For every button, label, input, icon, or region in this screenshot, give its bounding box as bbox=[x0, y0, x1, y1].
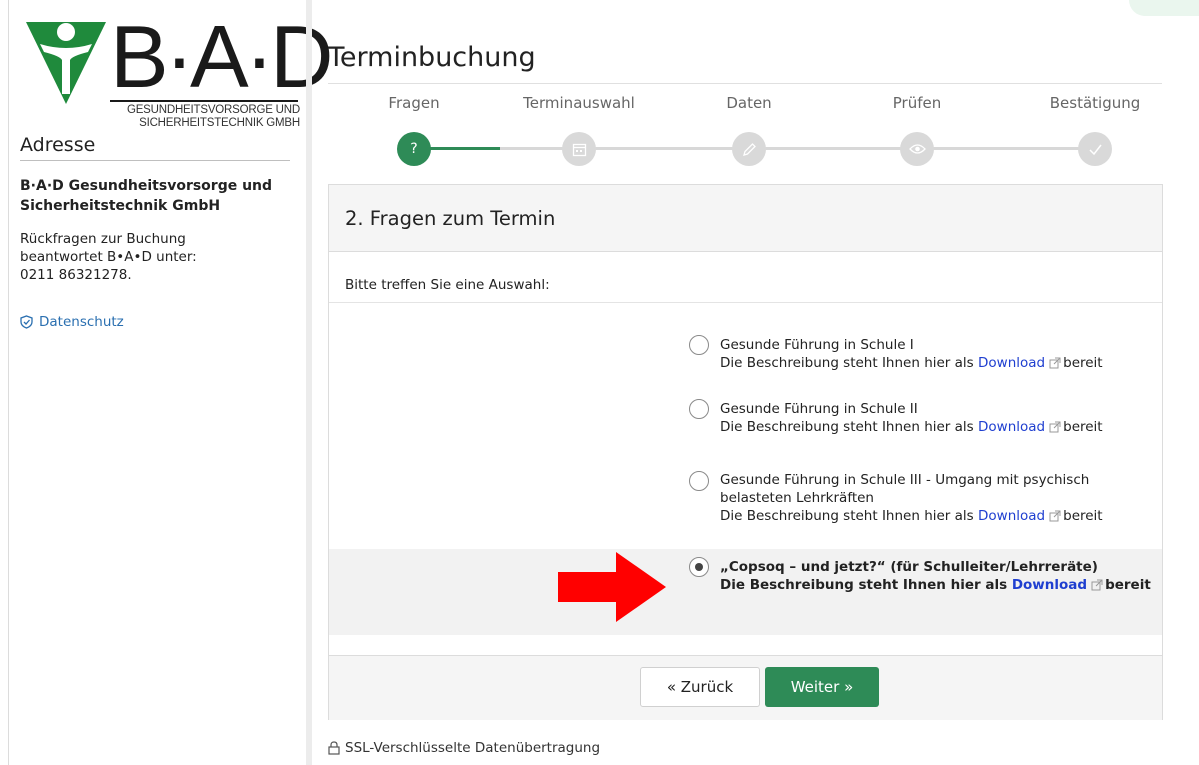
option-desc-suffix: bereit bbox=[1063, 508, 1103, 524]
sidebar-divider bbox=[306, 0, 312, 765]
check-icon bbox=[1088, 144, 1102, 155]
progress-steps: Fragen Terminauswahl Daten Prüfen Bestät… bbox=[328, 92, 1162, 172]
company-name: B·A·D Gesundheitsvorsorge und Sicherheit… bbox=[20, 178, 273, 214]
sidebar: B·A·D GESUNDHEITSVORSORGE UND SICHERHEIT… bbox=[20, 0, 334, 765]
option-description: Die Beschreibung steht Ihnen hier als Do… bbox=[720, 507, 1160, 525]
next-button[interactable]: Weiter » bbox=[765, 667, 879, 707]
option-text: Gesunde Führung in Schule II Die Beschre… bbox=[720, 400, 1160, 436]
option-radio-1[interactable] bbox=[689, 335, 709, 355]
contact-line1: Rückfragen zur Buchung bbox=[20, 231, 186, 247]
option-radio-2[interactable] bbox=[689, 399, 709, 419]
option-description: Die Beschreibung steht Ihnen hier als Do… bbox=[720, 354, 1160, 372]
step-circle-pruefen bbox=[900, 132, 934, 166]
step-circle-terminauswahl bbox=[562, 132, 596, 166]
red-arrow-right-icon bbox=[558, 552, 666, 622]
download-link[interactable]: Download bbox=[978, 355, 1045, 371]
privacy-link[interactable]: Datenschutz bbox=[20, 314, 124, 330]
page-title: Terminbuchung bbox=[328, 42, 536, 73]
option-desc-suffix: bereit bbox=[1063, 355, 1103, 371]
logo-wordmark: B·A·D bbox=[110, 7, 334, 106]
option-title: Gesunde Führung in Schule III - Umgang m… bbox=[720, 472, 1090, 506]
prompt-divider bbox=[329, 302, 1162, 303]
step-label-terminauswahl: Terminauswahl bbox=[523, 94, 635, 112]
option-desc-prefix: Die Beschreibung steht Ihnen hier als bbox=[720, 419, 974, 435]
panel-footer: « Zurück Weiter » bbox=[329, 655, 1162, 720]
option-description: Die Beschreibung steht Ihnen hier als Do… bbox=[720, 418, 1160, 436]
shield-check-icon bbox=[20, 315, 33, 329]
option-item: Gesunde Führung in Schule I Die Beschrei… bbox=[329, 325, 1162, 381]
option-desc-prefix: Die Beschreibung steht Ihnen hier als bbox=[720, 577, 1008, 593]
logo-subtitle: GESUNDHEITSVORSORGE UND SICHERHEITSTECHN… bbox=[110, 104, 300, 130]
calendar-icon bbox=[572, 143, 586, 156]
ssl-notice: SSL-Verschlüsselte Datenübertragung bbox=[328, 740, 600, 756]
option-desc-prefix: Die Beschreibung steht Ihnen hier als bbox=[720, 508, 974, 524]
logo-mark-icon bbox=[26, 22, 106, 104]
step-circle-daten bbox=[732, 132, 766, 166]
contact-phone: 0211 86321278. bbox=[20, 267, 132, 283]
contact-line2: beantwortet B•A•D unter: bbox=[20, 249, 197, 265]
eye-icon bbox=[908, 144, 926, 154]
option-title: Gesunde Führung in Schule II bbox=[720, 401, 918, 417]
logo-subtitle-line2: SICHERHEITSTECHNIK GMBH bbox=[139, 117, 300, 129]
ssl-label: SSL-Verschlüsselte Datenübertragung bbox=[345, 740, 601, 756]
option-desc-suffix: bereit bbox=[1105, 577, 1151, 593]
option-description: Die Beschreibung steht Ihnen hier als Do… bbox=[720, 576, 1160, 594]
contact-info: Rückfragen zur Buchung beantwortet B•A•D… bbox=[20, 230, 292, 284]
option-item-selected: „Copsoq – und jetzt?“ (für Schulleiter/L… bbox=[329, 549, 1162, 635]
page-left-border bbox=[8, 0, 9, 765]
main-content: Terminbuchung Fragen Terminauswahl Daten… bbox=[328, 0, 1163, 765]
privacy-label: Datenschutz bbox=[39, 314, 124, 330]
download-link[interactable]: Download bbox=[1012, 577, 1087, 593]
option-text: Gesunde Führung in Schule III - Umgang m… bbox=[720, 471, 1160, 525]
radio-selected-dot bbox=[695, 563, 703, 571]
external-link-icon bbox=[1049, 421, 1061, 433]
address-divider bbox=[20, 160, 290, 161]
address-heading: Adresse bbox=[20, 134, 96, 156]
step-label-daten: Daten bbox=[726, 94, 772, 112]
step-label-fragen: Fragen bbox=[388, 94, 440, 112]
pencil-icon bbox=[742, 142, 756, 156]
option-title: „Copsoq – und jetzt?“ (für Schulleiter/L… bbox=[720, 559, 1098, 575]
step-label-bestaetigung: Bestätigung bbox=[1049, 94, 1141, 112]
option-radio-3[interactable] bbox=[689, 471, 709, 491]
option-item: Gesunde Führung in Schule II Die Beschre… bbox=[329, 389, 1162, 445]
external-link-icon bbox=[1049, 357, 1061, 369]
selection-prompt: Bitte treffen Sie eine Auswahl: bbox=[345, 277, 550, 293]
download-link[interactable]: Download bbox=[978, 419, 1045, 435]
step-circle-bestaetigung bbox=[1078, 132, 1112, 166]
step-circle-fragen: ? bbox=[397, 132, 431, 166]
external-link-icon bbox=[1091, 579, 1103, 591]
option-desc-prefix: Die Beschreibung steht Ihnen hier als bbox=[720, 355, 974, 371]
panel-title: 2. Fragen zum Termin bbox=[345, 207, 556, 230]
back-button[interactable]: « Zurück bbox=[640, 667, 760, 707]
option-title: Gesunde Führung in Schule I bbox=[720, 337, 914, 353]
lock-icon bbox=[328, 741, 340, 755]
option-text: „Copsoq – und jetzt?“ (für Schulleiter/L… bbox=[720, 558, 1160, 594]
external-link-icon bbox=[1049, 510, 1061, 522]
question-icon: ? bbox=[410, 141, 418, 157]
question-panel: 2. Fragen zum Termin Bitte treffen Sie e… bbox=[328, 184, 1163, 720]
bad-logo: B·A·D GESUNDHEITSVORSORGE UND SICHERHEIT… bbox=[26, 12, 334, 129]
logo-subtitle-line1: GESUNDHEITSVORSORGE UND bbox=[126, 104, 300, 116]
option-radio-4[interactable] bbox=[689, 557, 709, 577]
download-link[interactable]: Download bbox=[978, 508, 1045, 524]
step-label-pruefen: Prüfen bbox=[892, 94, 942, 112]
panel-header: 2. Fragen zum Termin bbox=[329, 185, 1162, 252]
logo-rule bbox=[110, 100, 298, 102]
option-desc-suffix: bereit bbox=[1063, 419, 1103, 435]
option-item: Gesunde Führung in Schule III - Umgang m… bbox=[329, 453, 1162, 533]
title-divider bbox=[328, 83, 1162, 84]
option-text: Gesunde Führung in Schule I Die Beschrei… bbox=[720, 336, 1160, 372]
